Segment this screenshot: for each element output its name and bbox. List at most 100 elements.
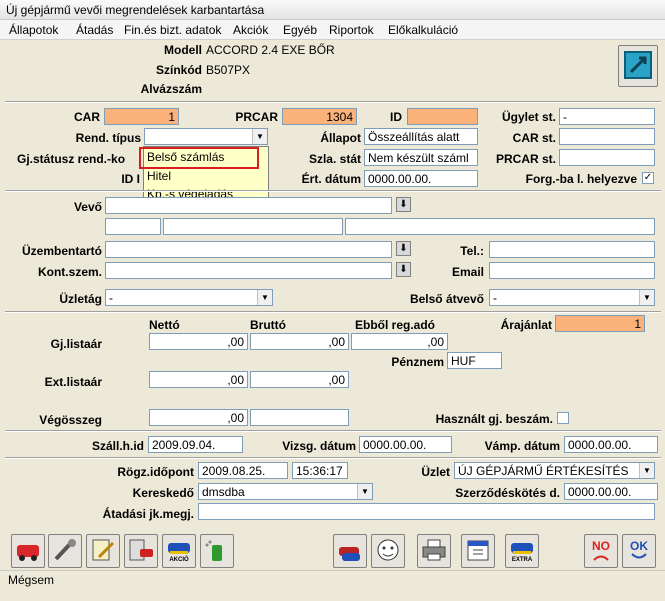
szerzodeskotes-field[interactable]: 0000.00.00. [564, 483, 658, 500]
menu-elokalkulacio[interactable]: Előkalkuláció [388, 23, 458, 37]
akcio-button[interactable]: AKCIÓ [162, 534, 196, 568]
vevo-extra-field-2[interactable] [163, 218, 343, 235]
status-bar: Mégsem [0, 570, 665, 601]
kereskedo-select[interactable]: dmsdba ▼ [198, 483, 373, 500]
menu-egyeb[interactable]: Egyéb [283, 23, 317, 37]
allapot-field[interactable]: Összeállítás alatt [364, 128, 478, 145]
arajanlat-field[interactable]: 1 [555, 315, 645, 332]
arrow-down-icon: ⬇ [399, 243, 408, 254]
menu-bar: Állapotok Átadás Fin.és bizt. adatok Akc… [0, 20, 665, 40]
ext-brutto-field[interactable]: ,00 [250, 371, 349, 388]
uzembentarto-field[interactable] [105, 241, 392, 258]
spray-button[interactable] [200, 534, 234, 568]
kont-szem-lookup-button[interactable]: ⬇ [396, 262, 411, 277]
hasznalt-checkbox[interactable] [557, 412, 569, 424]
szla-stat-field[interactable]: Nem készült száml [364, 149, 478, 166]
modell-label: Modell [164, 43, 202, 57]
vegosszeg-field[interactable]: ,00 [149, 409, 248, 426]
uzlet-value: ÚJ GÉPJÁRMŰ ÉRTÉKESÍTÉS [458, 464, 629, 478]
uzembentarto-lookup-button[interactable]: ⬇ [396, 241, 411, 256]
akcio-label: AKCIÓ [169, 557, 189, 563]
menu-riportok[interactable]: Riportok [329, 23, 374, 37]
szla-stat-label: Szla. stát [308, 152, 361, 166]
vevo-extra-field-3[interactable] [345, 218, 655, 235]
menu-fin-bizt[interactable]: Fin.és bizt. adatok [124, 23, 221, 37]
kont-szem-label: Kont.szem. [37, 265, 102, 279]
rogz-label: Rögz.időpont [117, 465, 194, 479]
uzlet-select[interactable]: ÚJ GÉPJÁRMŰ ÉRTÉKESÍTÉS ▼ [454, 462, 655, 479]
rend-tipus-select[interactable]: ▼ [144, 128, 268, 145]
tel-label: Tel.: [460, 244, 484, 258]
car-st-label: CAR st. [512, 131, 556, 145]
menu-akciok[interactable]: Akciók [233, 23, 268, 37]
menu-atadas[interactable]: Átadás [76, 23, 113, 37]
ok-button[interactable]: OK [622, 534, 656, 568]
document-pen-icon [89, 537, 117, 566]
email-field[interactable] [489, 262, 655, 279]
car-st-field[interactable] [559, 128, 655, 145]
forg-checkbox[interactable]: ✓ [642, 172, 654, 184]
calculation-button[interactable] [124, 534, 158, 568]
arajanlat-label: Árajánlat [500, 318, 552, 332]
uzletag-select[interactable]: - ▼ [105, 289, 273, 306]
penznem-field[interactable]: HUF [447, 352, 502, 369]
netto-header: Nettó [149, 318, 180, 332]
szall-h-id-field[interactable]: 2009.09.04. [148, 436, 243, 453]
alvazszam-label: Alvázszám [140, 82, 202, 96]
vizsg-datum-field[interactable]: 0000.00.00. [359, 436, 452, 453]
tel-field[interactable] [489, 241, 655, 258]
kont-szem-field[interactable] [105, 262, 392, 279]
vevo-field[interactable] [105, 197, 392, 214]
car-label: CAR [74, 110, 100, 124]
no-button[interactable]: NO [584, 534, 618, 568]
vevo-lookup-button[interactable]: ⬇ [396, 197, 411, 212]
chevron-down-icon[interactable]: ▼ [639, 290, 654, 305]
tools-button[interactable] [48, 534, 82, 568]
ugylet-st-field[interactable]: - [559, 108, 655, 125]
gj-netto-field[interactable]: ,00 [149, 333, 248, 350]
atadasi-field[interactable] [198, 503, 655, 520]
ugylet-st-label: Ügylet st. [501, 110, 556, 124]
vegosszeg-brutto-field[interactable] [250, 409, 349, 426]
belso-atvevo-label: Belső átvevő [409, 292, 484, 306]
ert-datum-label: Ért. dátum [301, 172, 361, 186]
menu-allapotok[interactable]: Állapotok [9, 23, 58, 37]
chevron-down-icon[interactable]: ▼ [639, 463, 654, 478]
print-button[interactable] [417, 534, 451, 568]
email-label: Email [451, 265, 484, 279]
chevron-down-icon[interactable]: ▼ [252, 129, 267, 144]
uzletag-label: Üzletág [59, 292, 102, 306]
rogz-date-field[interactable]: 2009.08.25. [198, 462, 288, 479]
gj-brutto-field[interactable]: ,00 [250, 333, 349, 350]
dropdown-option-hitel[interactable]: Hitel [147, 169, 171, 183]
penznem-label: Pénznem [391, 355, 444, 369]
id-field[interactable] [407, 108, 478, 125]
prcar-st-field[interactable] [559, 149, 655, 166]
dropdown-option-belso-szamlas[interactable]: Belső számlás [147, 150, 224, 164]
gj-listaar-label: Gj.listaár [50, 337, 102, 351]
kereskedo-value: dmsdba [202, 485, 245, 499]
documents-button[interactable] [86, 534, 120, 568]
wrench-icon [51, 537, 79, 566]
ext-netto-field[interactable]: ,00 [149, 371, 248, 388]
chevron-down-icon[interactable]: ▼ [357, 484, 372, 499]
belso-atvevo-select[interactable]: - ▼ [489, 289, 655, 306]
arrow-down-icon: ⬇ [399, 264, 408, 275]
extra-button[interactable]: EXTRA [505, 534, 539, 568]
ebbol-header: Ebből reg.adó [355, 318, 436, 332]
edit-record-button[interactable] [618, 45, 658, 87]
title-bar: Új gépjármű vevői megrendelések karbanta… [0, 0, 665, 20]
prcar-field[interactable]: 1304 [282, 108, 357, 125]
edit-icon [623, 50, 653, 83]
vevo-extra-field-1[interactable] [105, 218, 161, 235]
vamp-datum-field[interactable]: 0000.00.00. [564, 436, 658, 453]
gj-regado-field[interactable]: ,00 [351, 333, 448, 350]
calendar-button[interactable] [461, 534, 495, 568]
car-red-button[interactable] [11, 534, 45, 568]
rogz-time-field[interactable]: 15:36:17 [292, 462, 348, 479]
ert-datum-field[interactable]: 0000.00.00. [364, 170, 478, 187]
chevron-down-icon[interactable]: ▼ [257, 290, 272, 305]
customer-button[interactable] [371, 534, 405, 568]
car-field[interactable]: 1 [104, 108, 179, 125]
cars-list-button[interactable] [333, 534, 367, 568]
